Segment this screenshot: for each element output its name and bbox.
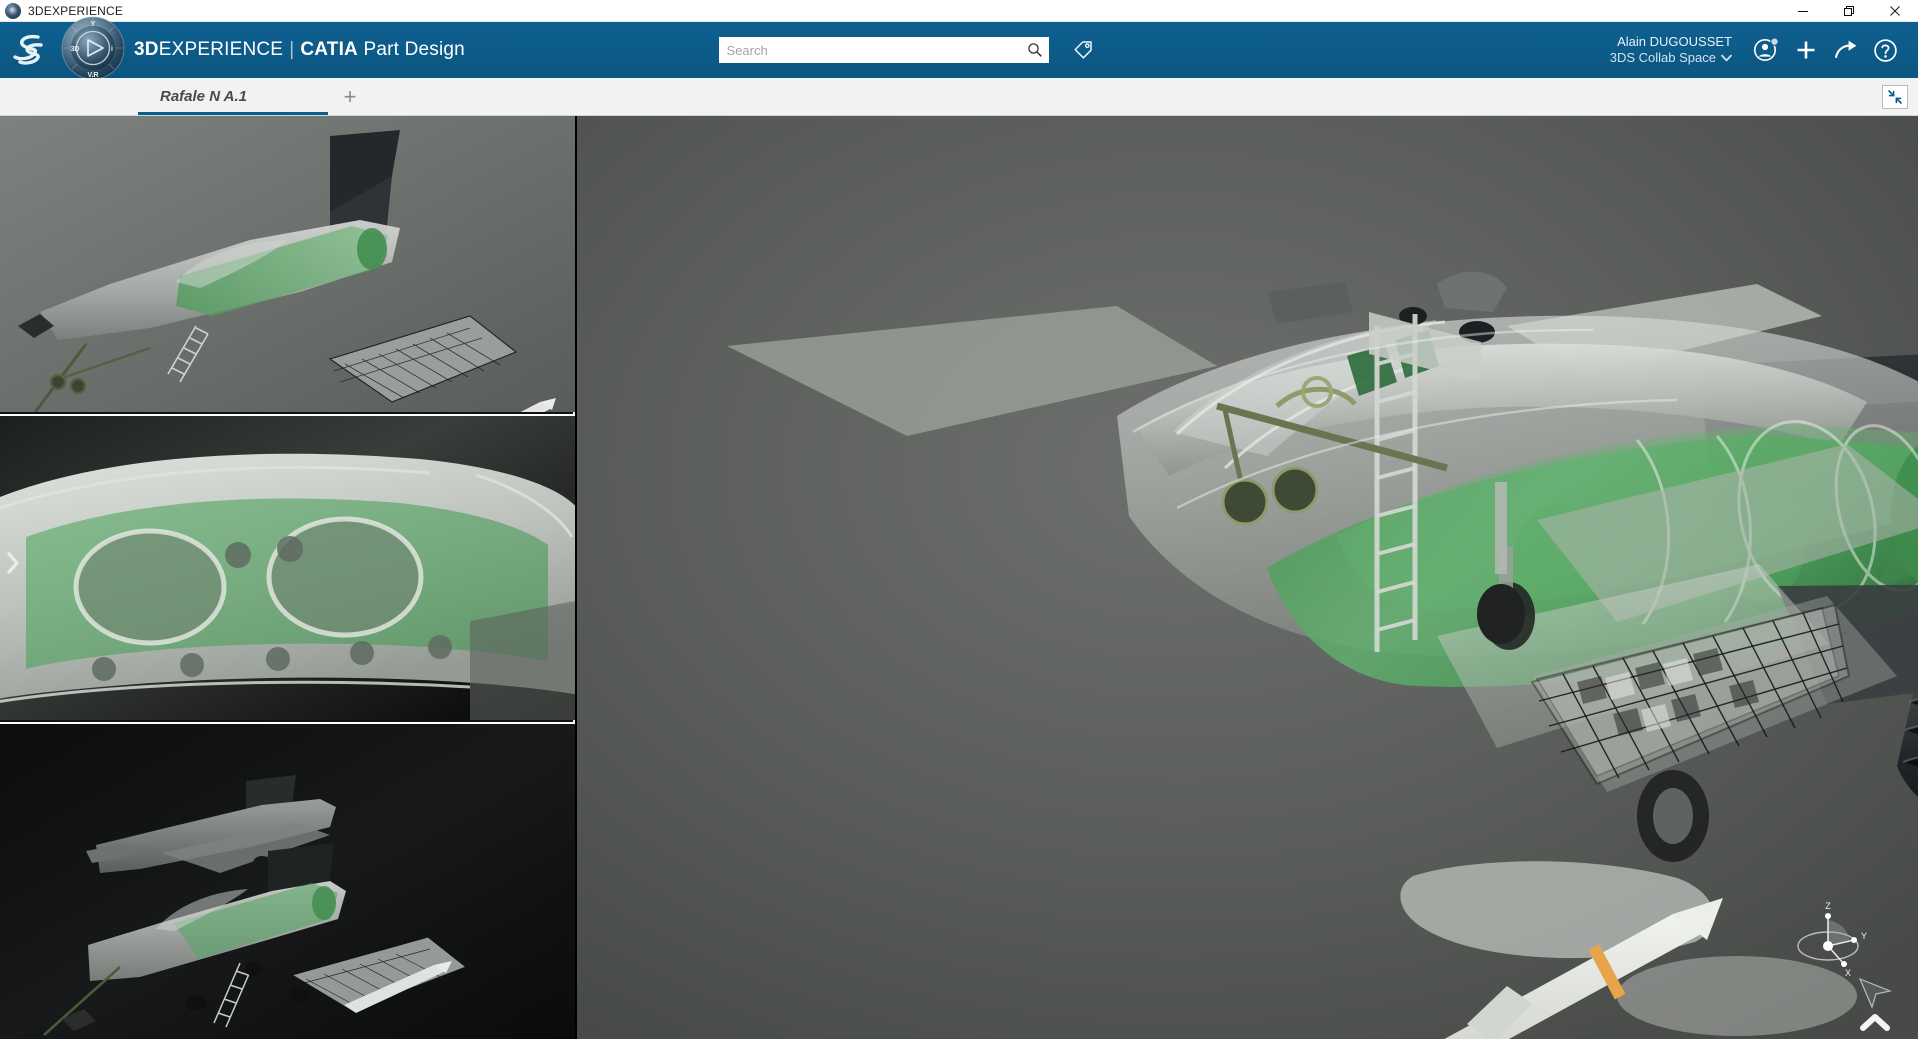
chevron-right-icon[interactable] bbox=[2, 546, 24, 580]
axis-triad-widget[interactable]: Z Y X bbox=[1788, 894, 1878, 984]
dassault-systemes-logo-icon[interactable] bbox=[8, 30, 54, 70]
search-input[interactable] bbox=[726, 38, 1021, 62]
collapse-inward-icon[interactable] bbox=[1882, 84, 1908, 109]
work-area: Z Y X bbox=[0, 116, 1918, 1039]
pointer-arrow-icon bbox=[1858, 977, 1893, 1011]
axis-label-y: Y bbox=[1861, 931, 1867, 941]
window-controls bbox=[1780, 0, 1918, 22]
product-catia: CATIA bbox=[300, 39, 358, 60]
title-separator: | bbox=[289, 39, 295, 60]
compass-label-3d: 3D bbox=[71, 46, 80, 53]
close-button[interactable] bbox=[1872, 0, 1918, 22]
application-header: 3D Y V.R i 3DEXPERIENCE | CATIA Part Desig… bbox=[0, 16, 1918, 79]
compass-label-i: i bbox=[111, 46, 113, 53]
tab-strip-spacer bbox=[0, 78, 138, 115]
rafale-3d-model bbox=[577, 116, 1918, 1039]
header-right-group: Alain DUGOUSSET 3DS Collab Space bbox=[1610, 22, 1918, 78]
minimize-button[interactable] bbox=[1780, 0, 1826, 22]
3d-viewport[interactable]: Z Y X bbox=[577, 116, 1918, 1039]
3dexperience-compass[interactable]: 3D Y V.R i bbox=[54, 9, 132, 87]
compass-label-y: Y bbox=[91, 21, 96, 28]
chevron-down-icon[interactable] bbox=[1721, 50, 1732, 66]
thumbnail-rafale-side-view[interactable] bbox=[0, 116, 575, 412]
tag-icon[interactable] bbox=[1063, 35, 1103, 65]
tab-label: Rafale N A.1 bbox=[160, 88, 247, 105]
3ds-logo-icon bbox=[5, 2, 21, 19]
brand-3d: 3D bbox=[134, 39, 159, 60]
new-tab-button[interactable]: + bbox=[328, 78, 372, 115]
user-collab-space-label: 3DS Collab Space bbox=[1609, 50, 1716, 65]
tab-rafale-n-a1[interactable]: Rafale N A.1 bbox=[138, 78, 328, 115]
application-title: 3DEXPERIENCE | CATIA Part Design bbox=[134, 39, 465, 61]
chevron-up-icon[interactable] bbox=[1860, 1014, 1890, 1037]
axis-label-x: X bbox=[1845, 968, 1851, 978]
user-block[interactable]: Alain DUGOUSSET 3DS Collab Space bbox=[1610, 34, 1732, 67]
user-collab-space[interactable]: 3DS Collab Space bbox=[1610, 50, 1732, 66]
restore-button[interactable] bbox=[1826, 0, 1872, 22]
search-box[interactable] bbox=[718, 37, 1049, 63]
thumbnail-bulkhead-detail[interactable] bbox=[0, 414, 575, 720]
thumbnail-rail bbox=[0, 116, 575, 1039]
tab-strip: Rafale N A.1 + bbox=[0, 78, 1918, 116]
tab-strip-right bbox=[1882, 78, 1918, 115]
help-question-icon[interactable] bbox=[1866, 30, 1906, 70]
user-name: Alain DUGOUSSET bbox=[1617, 33, 1732, 49]
window-titlebar: 3DEXPERIENCE bbox=[0, 0, 1918, 22]
add-button[interactable] bbox=[1786, 30, 1826, 70]
thumbnail-rafale-pair-view[interactable] bbox=[0, 722, 575, 1039]
user-avatar-icon[interactable] bbox=[1746, 30, 1786, 70]
header-center-group bbox=[718, 35, 1103, 65]
search-icon[interactable] bbox=[1021, 37, 1049, 63]
axis-label-z: Z bbox=[1825, 901, 1831, 911]
product-partdesign: Part Design bbox=[363, 39, 465, 60]
share-arrow-icon[interactable] bbox=[1826, 30, 1866, 70]
brand-experience: EXPERIENCE bbox=[158, 39, 284, 60]
